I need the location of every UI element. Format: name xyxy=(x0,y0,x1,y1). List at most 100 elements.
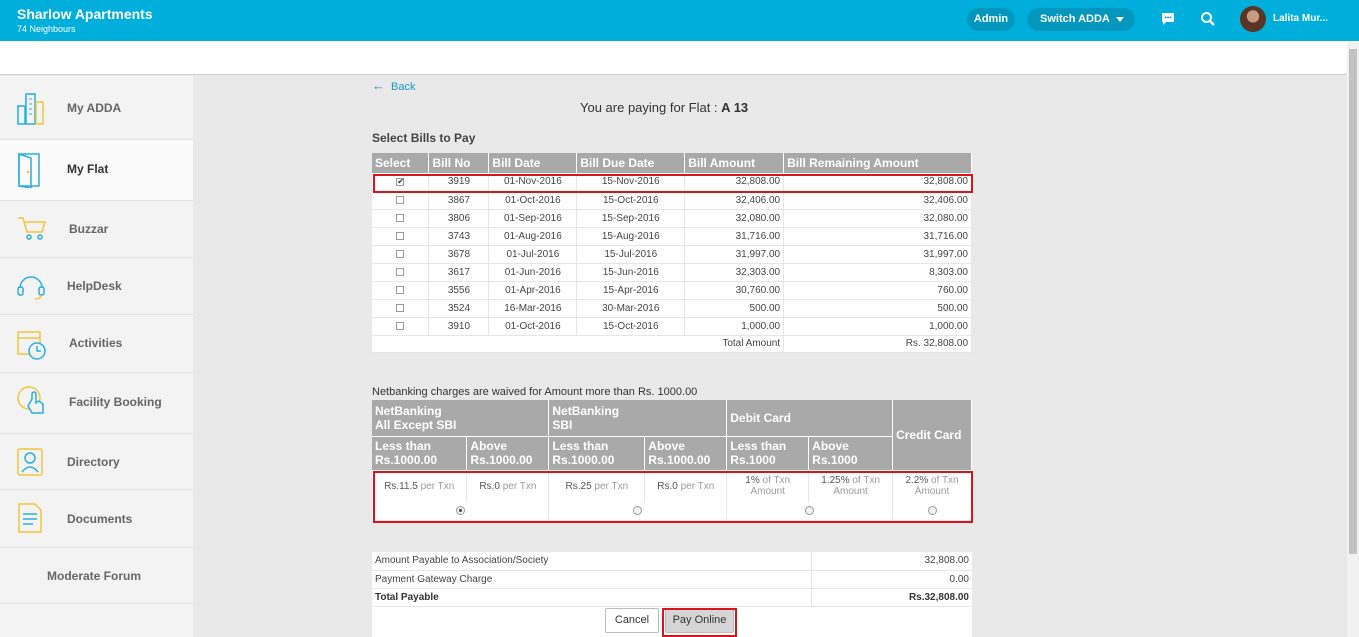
sidebar-item-moderate-forum[interactable]: Moderate Forum xyxy=(0,548,193,604)
rate-value: 2.2% xyxy=(905,475,929,487)
radio-credit-card[interactable] xyxy=(927,506,937,516)
select-checkbox-cell xyxy=(372,317,430,336)
bill-remaining: 31,716.00 xyxy=(783,227,972,246)
table-row[interactable]: 3524 16-Mar-2016 30-Mar-2016 500.00 500.00 xyxy=(372,299,972,318)
sidebar-item-label: My Flat xyxy=(67,162,109,176)
option-cell xyxy=(892,502,972,520)
paying-prefix: You are paying for Flat : xyxy=(580,100,722,115)
rate-value: Rs.11.5 xyxy=(384,480,418,492)
select-checkbox[interactable]: ✔ xyxy=(396,177,405,186)
bill-amount: 32,303.00 xyxy=(684,263,785,282)
sidebar-item-helpdesk[interactable]: HelpDesk xyxy=(0,258,193,315)
app-title: Sharlow Apartments xyxy=(17,6,153,22)
select-checkbox-cell xyxy=(372,245,430,264)
bill-number: 3743 xyxy=(428,227,490,246)
sidebar-item-label: Documents xyxy=(67,512,133,526)
sidebar-item-activities[interactable]: Activities xyxy=(0,315,193,373)
rate-value: Rs.25 xyxy=(565,480,592,492)
total-label: Total Amount xyxy=(684,335,785,353)
chat-icon[interactable] xyxy=(1160,11,1176,32)
sidebar-item-my-flat[interactable]: My Flat xyxy=(0,140,193,201)
brand[interactable]: Sharlow Apartments 74 Neighbours xyxy=(17,6,153,34)
switch-adda-button[interactable]: Switch ADDA xyxy=(1027,8,1135,31)
sidebar-item-facility-booking[interactable]: Facility Booking xyxy=(0,373,193,434)
hand-pointer-icon xyxy=(16,385,48,426)
bill-amount: 500.00 xyxy=(684,299,785,318)
bill-date: 01-Sep-2016 xyxy=(488,209,578,228)
sidebar-item-label: HelpDesk xyxy=(67,279,122,293)
subheader: Above Rs.1000.00 xyxy=(644,436,728,471)
summary-value: 0.00 xyxy=(810,570,972,589)
bill-remaining: 760.00 xyxy=(783,281,972,300)
sidebar-item-documents[interactable]: Documents xyxy=(0,490,193,548)
rate-value: 1% xyxy=(745,475,760,487)
select-checkbox[interactable] xyxy=(396,249,405,258)
user-name[interactable]: Lalita Mur... xyxy=(1273,13,1328,24)
summary-row: Payment Gateway Charge 0.00 xyxy=(372,570,972,589)
table-row[interactable]: ✔ 3919 01-Nov-2016 15-Nov-2016 32,808.00 32,8… xyxy=(372,173,972,192)
bill-due-date: 15-Nov-2016 xyxy=(576,173,686,192)
column-header: Select xyxy=(372,153,430,173)
select-checkbox-cell xyxy=(372,209,430,228)
headset-icon xyxy=(16,271,46,306)
total-row: Total Amount Rs. 32,808.00 xyxy=(372,335,972,353)
bill-date: 16-Mar-2016 xyxy=(488,299,578,318)
column-header: Bill No xyxy=(428,153,490,173)
scrollbar-thumb[interactable] xyxy=(1349,49,1357,554)
summary-label: Amount Payable to Association/Society xyxy=(372,552,811,571)
bill-amount: 32,406.00 xyxy=(684,191,785,210)
summary-value: 32,808.00 xyxy=(810,552,972,571)
select-checkbox[interactable] xyxy=(396,321,405,330)
select-checkbox[interactable] xyxy=(396,303,405,312)
select-checkbox[interactable] xyxy=(396,213,405,222)
scrollbar[interactable] xyxy=(1347,41,1359,637)
radio-debit-card[interactable] xyxy=(805,506,815,516)
sidebar-item-directory[interactable]: Directory xyxy=(0,434,193,490)
bill-due-date: 15-Jun-2016 xyxy=(576,263,686,282)
rate-unit: per Txn xyxy=(502,480,537,492)
table-row[interactable]: 3867 01-Oct-2016 15-Oct-2016 32,406.00 32,40… xyxy=(372,191,972,210)
chevron-down-icon xyxy=(1116,17,1124,22)
cancel-button[interactable]: Cancel xyxy=(605,608,659,633)
summary-table: Amount Payable to Association/Society 32… xyxy=(372,552,972,607)
table-row[interactable]: 3678 01-Jul-2016 15-Jul-2016 31,997.00 31,99… xyxy=(372,245,972,264)
search-icon[interactable] xyxy=(1200,11,1216,32)
table-row[interactable]: 3743 01-Aug-2016 15-Aug-2016 31,716.00 31,71… xyxy=(372,227,972,246)
switch-adda-label: Switch ADDA xyxy=(1040,13,1110,25)
summary-label: Payment Gateway Charge xyxy=(372,570,811,589)
bill-date: 01-Oct-2016 xyxy=(488,191,578,210)
subheader: Less than Rs.1000 xyxy=(726,436,810,471)
select-checkbox[interactable] xyxy=(396,231,405,240)
bill-remaining: 32,808.00 xyxy=(783,173,972,192)
paying-heading: You are paying for Flat : A 13 xyxy=(580,100,748,115)
table-row[interactable]: 3617 01-Jun-2016 15-Jun-2016 32,303.00 8,303… xyxy=(372,263,972,282)
back-link[interactable]: ← Back xyxy=(372,78,415,93)
radio-netbanking-all[interactable] xyxy=(455,506,465,516)
summary-label: Total Payable xyxy=(372,588,811,607)
sidebar: My ADDA My Flat Buzzar HelpDesk Activiti… xyxy=(0,76,193,637)
table-row[interactable]: 3910 01-Oct-2016 15-Oct-2016 1,000.00 1,000.… xyxy=(372,317,972,336)
bill-number: 3524 xyxy=(428,299,490,318)
bills-header-row: Select Bill No Bill Date Bill Due Date B… xyxy=(372,153,972,173)
subheader: Less than Rs.1000.00 xyxy=(372,436,468,471)
bill-remaining: 500.00 xyxy=(783,299,972,318)
rate-value: Rs.0 xyxy=(479,480,500,492)
arrow-left-icon: ← xyxy=(372,78,385,93)
main-content: ← Back You are paying for Flat : A 13 Sel… xyxy=(194,76,1347,637)
sidebar-item-buzzar[interactable]: Buzzar xyxy=(0,201,193,258)
rate-cell: 1.25% of Txn Amount xyxy=(808,470,894,502)
admin-button[interactable]: Admin xyxy=(967,8,1015,31)
avatar[interactable] xyxy=(1240,6,1266,32)
rate-cell: Rs.11.5 per Txn xyxy=(372,470,468,502)
table-row[interactable]: 3806 01-Sep-2016 15-Sep-2016 32,080.00 32,08… xyxy=(372,209,972,228)
table-row[interactable]: 3556 01-Apr-2016 15-Apr-2016 30,760.00 760.0… xyxy=(372,281,972,300)
select-checkbox[interactable] xyxy=(396,285,405,294)
sidebar-item-my-adda[interactable]: My ADDA xyxy=(0,76,193,140)
select-checkbox-cell xyxy=(372,263,430,282)
pay-online-button[interactable]: Pay Online xyxy=(665,608,734,633)
select-checkbox[interactable] xyxy=(396,195,405,204)
door-icon xyxy=(16,152,44,193)
radio-netbanking-sbi[interactable] xyxy=(633,506,643,516)
select-checkbox[interactable] xyxy=(396,267,405,276)
select-checkbox-cell xyxy=(372,227,430,246)
